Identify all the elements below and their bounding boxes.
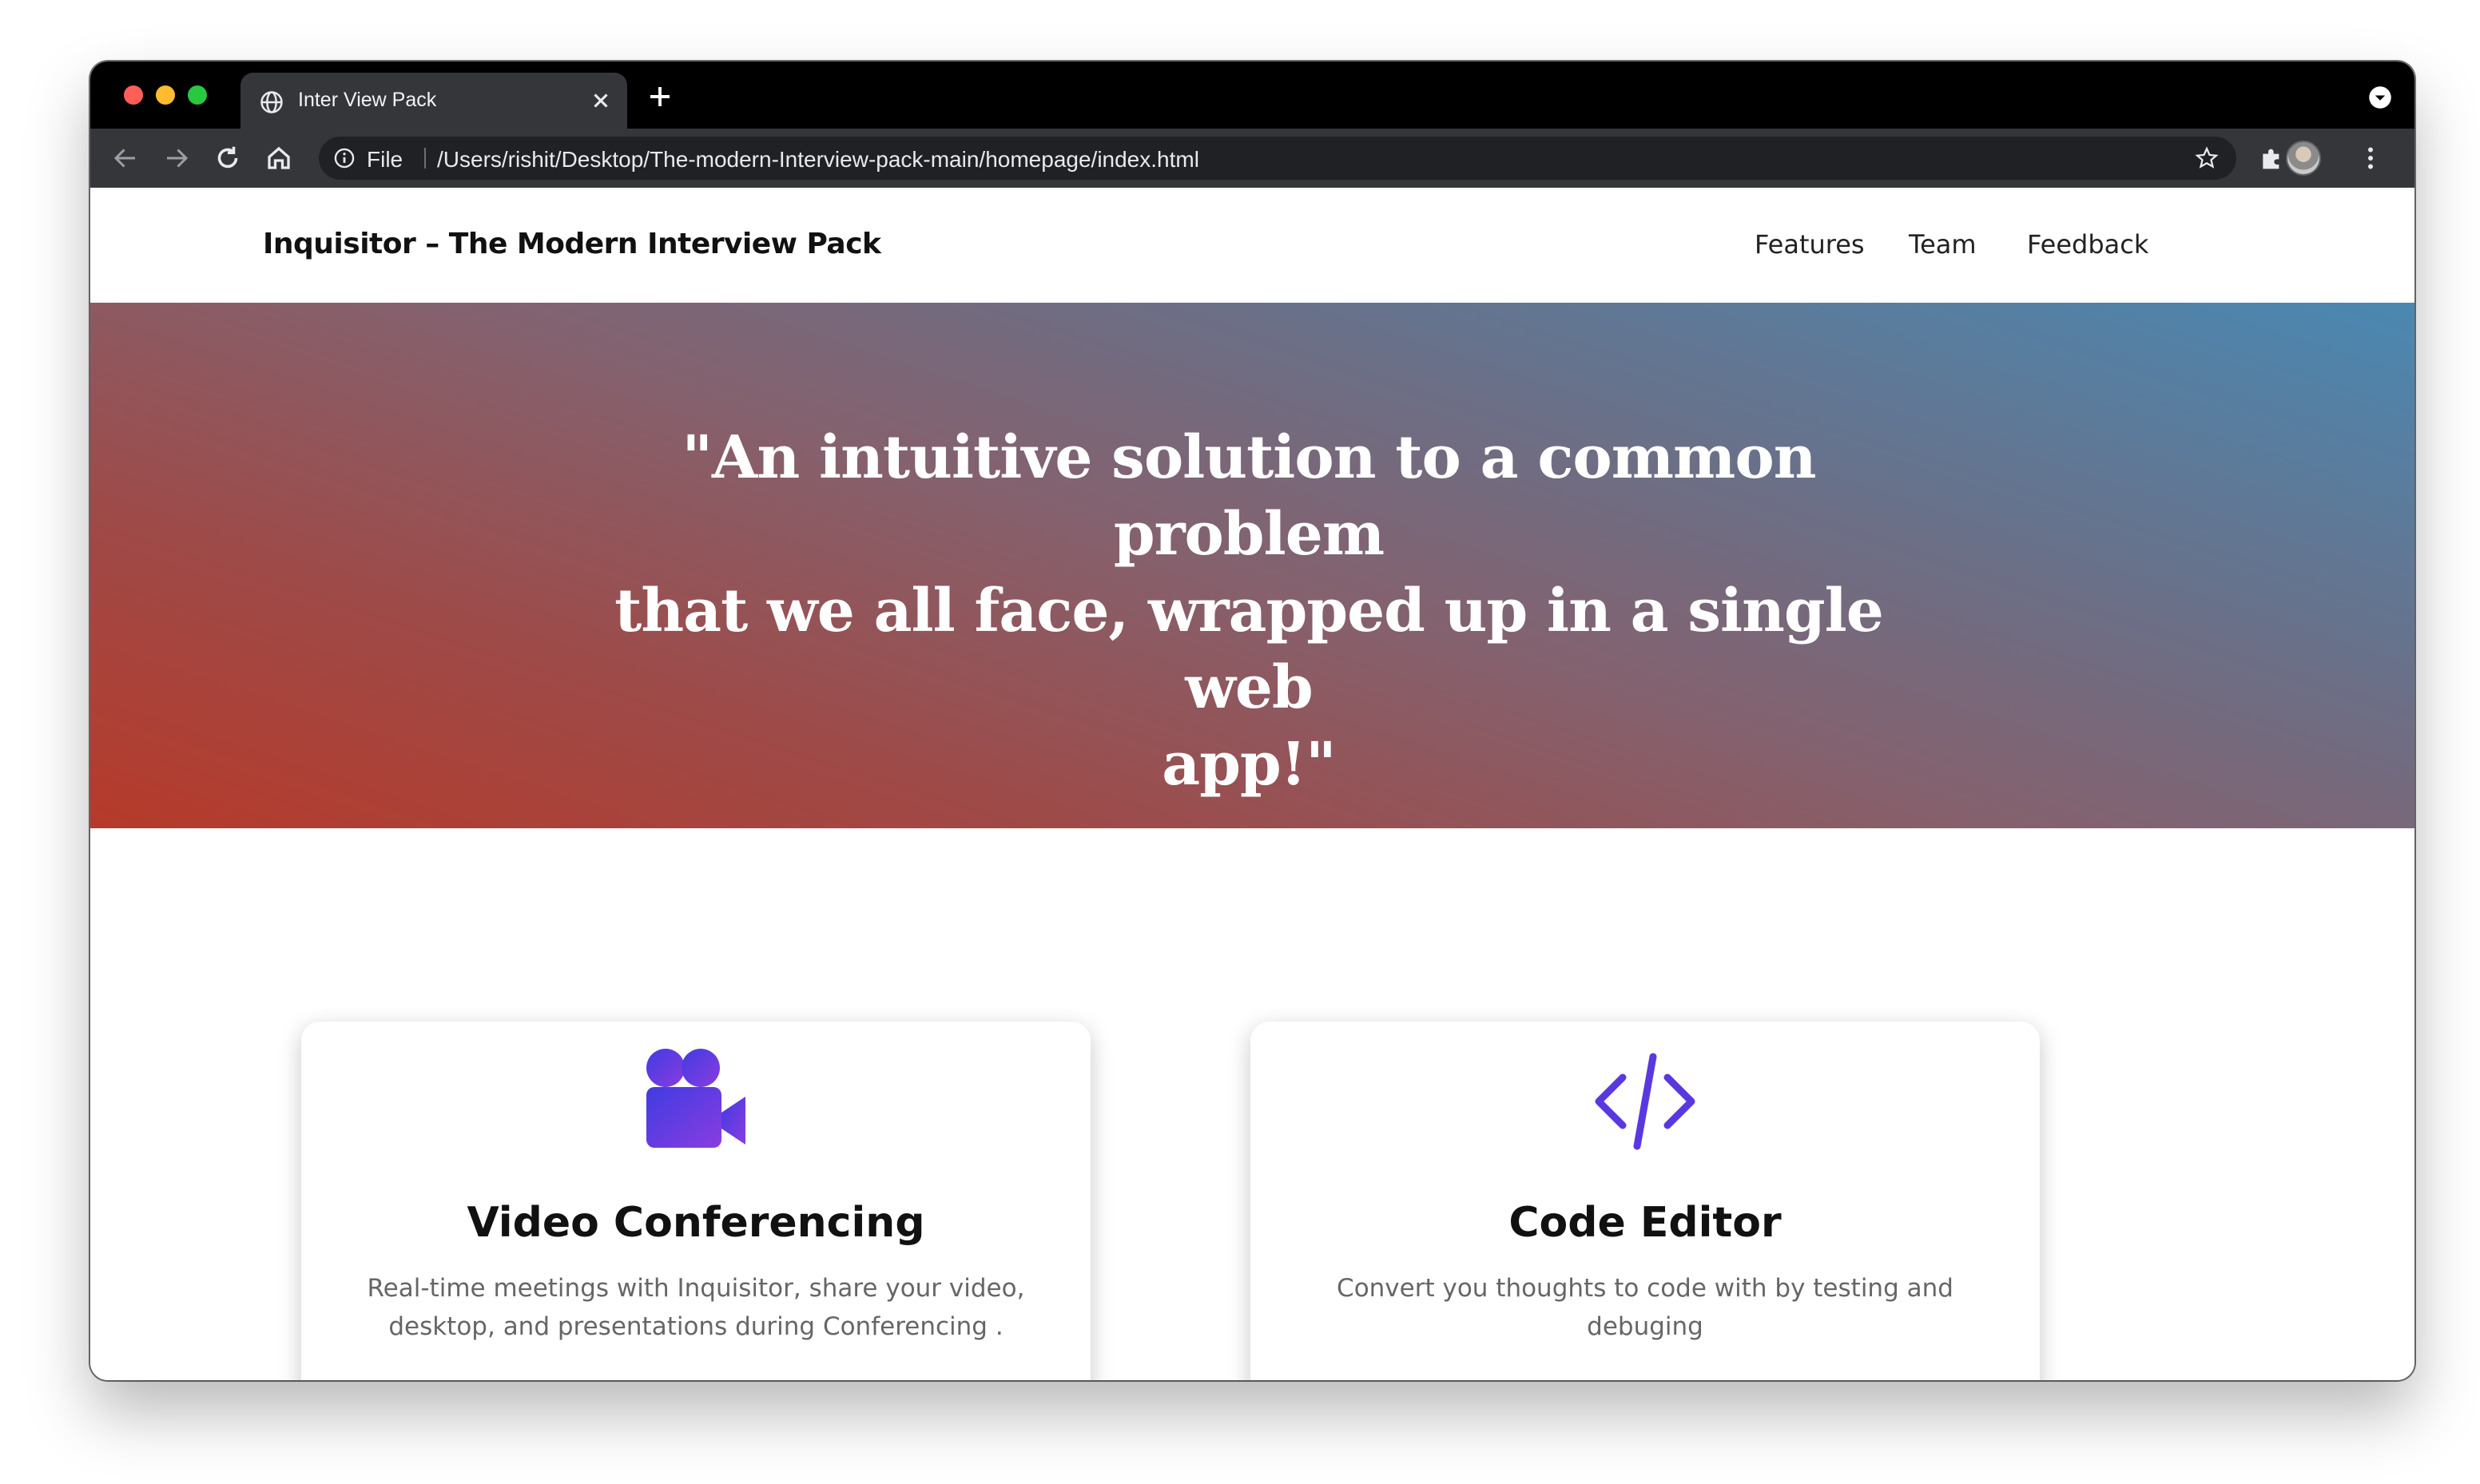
code-icon <box>1595 1053 1695 1150</box>
home-icon[interactable] <box>264 144 293 173</box>
maximize-window-button[interactable] <box>188 85 207 105</box>
nav-link-features[interactable]: Features <box>1755 229 1865 260</box>
video-camera-icon <box>646 1049 745 1148</box>
globe-icon <box>260 91 283 113</box>
feature-description: Real-time meetings with Inquisitor, shar… <box>367 1274 1025 1341</box>
site-navbar: Inquisitor – The Modern Interview Pack F… <box>90 188 2414 303</box>
feature-title: Code Editor <box>1508 1199 1782 1247</box>
tab-search-icon[interactable] <box>2368 85 2392 109</box>
hero-quote-line: app!" <box>1162 730 1336 799</box>
extensions-puzzle-icon[interactable] <box>2259 145 2284 171</box>
browser-tab[interactable]: Inter View Pack <box>240 73 627 129</box>
nav-link-feedback[interactable]: Feedback <box>2027 229 2148 260</box>
star-icon[interactable] <box>2195 146 2219 170</box>
tab-title: Inter View Pack <box>298 89 437 111</box>
more-menu-icon[interactable] <box>2356 144 2385 173</box>
tab-strip: Inter View Pack <box>90 62 2414 129</box>
address-bar[interactable]: File /Users/rishit/Desktop/The-modern-In… <box>319 137 2236 180</box>
hero-quote-line: that we all face, wrapped up in a single… <box>614 577 1884 722</box>
close-window-button[interactable] <box>124 85 143 105</box>
reload-icon[interactable] <box>213 144 242 173</box>
nav-link-team[interactable]: Team <box>1909 229 1977 260</box>
info-icon[interactable] <box>333 147 356 169</box>
new-tab-icon[interactable] <box>646 82 674 111</box>
browser-window: Inter View Pack File /Users/rishit/Deskt… <box>90 62 2414 1380</box>
web-page: Inquisitor – The Modern Interview Pack F… <box>90 188 2414 1380</box>
close-icon[interactable] <box>589 89 613 113</box>
browser-toolbar: File /Users/rishit/Desktop/The-modern-In… <box>90 129 2414 188</box>
site-brand[interactable]: Inquisitor – The Modern Interview Pack <box>263 228 881 260</box>
profile-avatar[interactable] <box>2286 141 2321 176</box>
feature-title: Video Conferencing <box>467 1199 925 1247</box>
hero-banner: "An intuitive solution to a common probl… <box>90 303 2414 828</box>
hero-quote-line: "An intuitive solution to a common probl… <box>682 423 1816 569</box>
feature-card-video[interactable]: Video Conferencing Real-time meetings wi… <box>301 1022 1091 1380</box>
feature-description: Convert you thoughts to code with by tes… <box>1337 1274 1953 1341</box>
address-url[interactable]: /Users/rishit/Desktop/The-modern-Intervi… <box>437 147 1199 173</box>
hero-quote: "An intuitive solution to a common probl… <box>570 419 1928 803</box>
address-divider <box>424 148 426 169</box>
feature-card-code[interactable]: Code Editor Convert you thoughts to code… <box>1250 1022 2040 1380</box>
minimize-window-button[interactable] <box>156 85 175 105</box>
back-arrow-icon[interactable] <box>111 144 140 173</box>
address-scheme: File <box>367 147 403 172</box>
forward-arrow-icon[interactable] <box>162 144 191 173</box>
